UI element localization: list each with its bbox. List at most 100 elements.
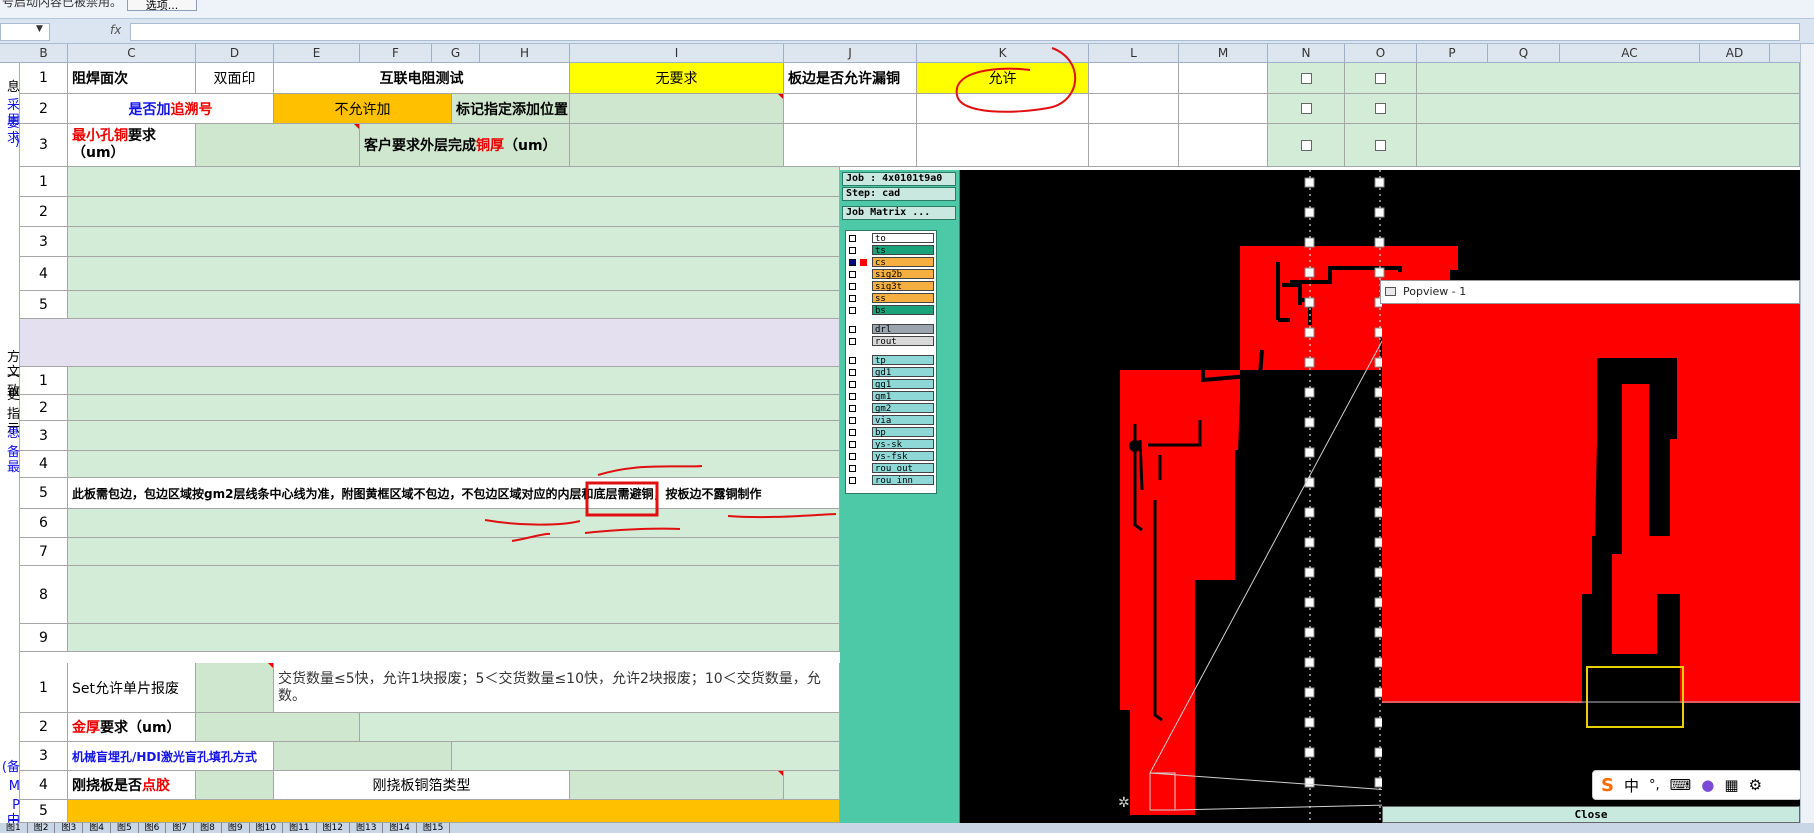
layer-checkbox[interactable] [849, 295, 856, 302]
layer-checkbox[interactable] [849, 465, 856, 472]
layer-row-tp[interactable]: tp [846, 355, 936, 366]
tools-icon[interactable]: ⚙ [1749, 776, 1762, 794]
sheet-tab[interactable]: 图15 [417, 823, 451, 833]
layer-row-gd1[interactable]: gd1 [846, 367, 936, 378]
layer-color-swatch [860, 247, 867, 254]
layer-checkbox[interactable] [849, 357, 856, 364]
sheet-tab[interactable]: 图2 [28, 823, 56, 833]
layer-checkbox[interactable] [849, 307, 856, 314]
layer-name: gm1 [872, 391, 934, 402]
layer-name: via [872, 415, 934, 426]
layer-color-swatch [860, 429, 867, 436]
sheet-tab[interactable]: 图3 [55, 823, 84, 833]
layer-row-bs[interactable]: bs [846, 305, 936, 316]
sheet-tabs: 图1 图2 图3 图4 图5 图6 图7 图8 图9 图10 图11 图12 图13 图14 图15 [0, 823, 1814, 833]
layer-color-swatch [860, 405, 867, 412]
layer-color-swatch [860, 453, 867, 460]
vertical-scrollbar[interactable] [1800, 44, 1814, 823]
window-icon [1385, 287, 1396, 296]
job-name: Job : 4x0101t9a0 [842, 172, 956, 186]
layer-row-via[interactable]: via [846, 415, 936, 426]
layer-row-ts[interactable]: ts [846, 245, 936, 256]
layer-checkbox[interactable] [849, 247, 856, 254]
skin-icon[interactable]: ● [1701, 776, 1714, 794]
sheet-tab[interactable]: 图13 [350, 823, 384, 833]
layer-name: rou_inn [872, 475, 934, 486]
layer-checkbox[interactable] [849, 441, 856, 448]
layer-list: to ts cs sig2b sig3t ss bs drl rout tp gd1 gg1 gm1 gm… [845, 230, 937, 494]
sheet-tab[interactable]: 图6 [139, 823, 167, 833]
layer-checkbox[interactable] [849, 338, 856, 345]
sheet-tab[interactable]: 图5 [111, 823, 139, 833]
layer-checkbox[interactable] [849, 369, 856, 376]
close-button[interactable]: Close [1382, 806, 1800, 823]
layer-color-swatch [860, 326, 867, 333]
layer-checkbox[interactable] [849, 405, 856, 412]
sheet-tab[interactable]: 图9 [222, 823, 250, 833]
popview-window-title[interactable]: Popview - 1 [1380, 280, 1800, 304]
ime-toolbar[interactable]: S 中 °, ⌨ ● ▦ ⚙ [1592, 770, 1802, 800]
layer-row-sig2b[interactable]: sig2b [846, 269, 936, 280]
layer-color-swatch [860, 417, 867, 424]
layer-name: gm2 [872, 403, 934, 414]
layer-color-swatch [860, 259, 867, 266]
layer-row-drl[interactable]: drl [846, 324, 936, 335]
layer-color-swatch [860, 441, 867, 448]
layer-name: ys-sk [872, 439, 934, 450]
layer-name: ss [872, 293, 934, 304]
sheet-tab[interactable]: 图8 [194, 823, 222, 833]
layer-color-swatch [860, 235, 867, 242]
sheet-tab[interactable]: 图10 [250, 823, 284, 833]
ime-punctuation[interactable]: °, [1649, 778, 1660, 793]
popview-artwork [1582, 358, 1680, 704]
sheet-tab[interactable]: 图7 [166, 823, 195, 833]
layer-checkbox[interactable] [849, 283, 856, 290]
layer-color-swatch [860, 465, 867, 472]
layer-row-gm2[interactable]: gm2 [846, 403, 936, 414]
layer-checkbox[interactable] [849, 393, 856, 400]
layer-color-swatch [860, 295, 867, 302]
layer-checkbox[interactable] [849, 235, 856, 242]
sheet-tab[interactable]: 图14 [383, 823, 417, 833]
layer-color-swatch [860, 307, 867, 314]
layer-checkbox[interactable] [849, 417, 856, 424]
layer-checkbox[interactable] [849, 326, 856, 333]
sheet-tab[interactable]: 图4 [83, 823, 111, 833]
layer-checkbox[interactable] [849, 271, 856, 278]
layer-row-to[interactable]: to [846, 233, 936, 244]
layer-row-ys-fsk[interactable]: ys-fsk [846, 451, 936, 462]
layer-checkbox[interactable] [849, 429, 856, 436]
layer-name: tp [872, 355, 934, 366]
layer-checkbox[interactable] [849, 259, 856, 266]
layer-name: bs [872, 305, 934, 316]
layer-color-swatch [860, 393, 867, 400]
layer-color-swatch [860, 283, 867, 290]
grid-menu-icon[interactable]: ▦ [1724, 776, 1738, 794]
layer-row-gm1[interactable]: gm1 [846, 391, 936, 402]
layer-row-rout[interactable]: rout [846, 336, 936, 347]
layer-checkbox[interactable] [849, 477, 856, 484]
layer-color-swatch [860, 369, 867, 376]
layer-name: to [872, 233, 934, 244]
layer-row-cs[interactable]: cs [846, 257, 936, 268]
layer-checkbox[interactable] [849, 453, 856, 460]
layer-name: ys-fsk [872, 451, 934, 462]
layer-row-sig3t[interactable]: sig3t [846, 281, 936, 292]
layer-row-gg1[interactable]: gg1 [846, 379, 936, 390]
sheet-tab[interactable]: 图12 [317, 823, 350, 833]
layer-row-bp[interactable]: bp [846, 427, 936, 438]
job-matrix-button[interactable]: Job Matrix ... [842, 206, 956, 220]
ime-language[interactable]: 中 [1624, 775, 1639, 796]
layer-color-swatch [860, 357, 867, 364]
layer-checkbox[interactable] [849, 381, 856, 388]
layer-row-ss[interactable]: ss [846, 293, 936, 304]
keyboard-icon[interactable]: ⌨ [1670, 776, 1692, 794]
layer-color-swatch [860, 271, 867, 278]
layer-name: rou_out [872, 463, 934, 474]
layer-row-rou_inn[interactable]: rou_inn [846, 475, 936, 486]
layer-row-ys-sk[interactable]: ys-sk [846, 439, 936, 450]
sheet-tab[interactable]: 图11 [283, 823, 317, 833]
sheet-tab[interactable]: 图1 [0, 823, 28, 833]
sogou-logo-icon[interactable]: S [1601, 775, 1614, 796]
layer-row-rou_out[interactable]: rou_out [846, 463, 936, 474]
